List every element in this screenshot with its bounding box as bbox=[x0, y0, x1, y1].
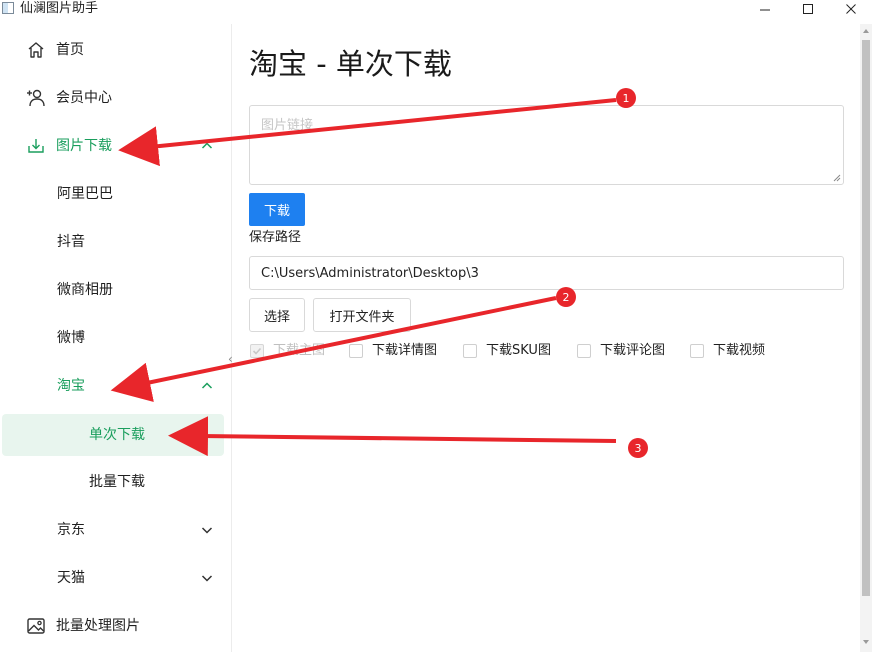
resize-grip-icon[interactable] bbox=[833, 174, 841, 182]
checkbox[interactable] bbox=[463, 344, 477, 358]
sidebar-item-label: 图片下载 bbox=[56, 138, 112, 154]
sidebar-item-label: 微博 bbox=[57, 330, 85, 346]
option-detail-images[interactable]: 下载详情图 bbox=[349, 342, 437, 360]
sidebar-item-batch-process[interactable]: 批量处理图片 bbox=[0, 604, 232, 648]
close-icon bbox=[846, 4, 856, 14]
minimize-icon bbox=[760, 9, 770, 11]
sidebar-item-home[interactable]: 首页 bbox=[0, 28, 232, 72]
sidebar-item-label: 京东 bbox=[57, 522, 85, 538]
sidebar-item-douyin[interactable]: 抖音 bbox=[0, 220, 232, 264]
option-video[interactable]: 下载视频 bbox=[690, 342, 765, 360]
option-label: 下载详情图 bbox=[372, 343, 438, 358]
home-icon bbox=[28, 42, 44, 58]
option-label: 下载主图 bbox=[273, 343, 326, 358]
close-button[interactable] bbox=[832, 0, 870, 18]
choose-button[interactable]: 选择 bbox=[249, 298, 305, 332]
annotation-marker-3: 3 bbox=[628, 438, 648, 458]
image-icon bbox=[27, 618, 45, 634]
sidebar-item-label: 天猫 bbox=[57, 570, 85, 586]
sidebar-item-batch-download[interactable]: 批量下载 bbox=[0, 460, 232, 504]
app-icon bbox=[2, 2, 14, 14]
sidebar-item-alibaba[interactable]: 阿里巴巴 bbox=[0, 172, 232, 216]
scroll-down-icon[interactable] bbox=[862, 638, 870, 646]
sidebar-item-label: 阿里巴巴 bbox=[57, 186, 113, 202]
open-folder-button[interactable]: 打开文件夹 bbox=[313, 298, 411, 332]
checkbox[interactable] bbox=[577, 344, 591, 358]
option-review-images[interactable]: 下载评论图 bbox=[577, 342, 665, 360]
annotation-arrow-3 bbox=[168, 416, 617, 457]
image-url-input[interactable] bbox=[250, 106, 843, 184]
save-path-label: 保存路径 bbox=[249, 230, 302, 245]
sidebar-item-weishang-album[interactable]: 微商相册 bbox=[0, 268, 232, 312]
sidebar-item-label: 淘宝 bbox=[57, 378, 85, 394]
chevron-up-icon bbox=[201, 382, 213, 389]
sidebar-item-taobao[interactable]: 淘宝 bbox=[0, 364, 232, 408]
checkbox[interactable] bbox=[349, 344, 363, 358]
title-bar: 仙澜图片助手 bbox=[0, 0, 872, 18]
chevron-down-icon bbox=[201, 575, 213, 582]
sidebar-item-label: 批量处理图片 bbox=[56, 618, 140, 634]
checkbox[interactable] bbox=[250, 344, 264, 358]
sidebar-collapse-handle[interactable]: ‹ bbox=[228, 352, 233, 366]
chevron-up-icon bbox=[201, 142, 213, 149]
window-title: 仙澜图片助手 bbox=[20, 1, 99, 16]
annotation-marker-2: 2 bbox=[556, 287, 576, 307]
option-main-image[interactable]: 下载主图 bbox=[250, 342, 325, 360]
scrollbar-thumb[interactable] bbox=[862, 40, 870, 596]
checkbox[interactable] bbox=[690, 344, 704, 358]
sidebar-item-label: 首页 bbox=[56, 42, 84, 58]
save-path-input[interactable] bbox=[249, 256, 844, 290]
sidebar-item-member-center[interactable]: 会员中心 bbox=[0, 76, 232, 120]
annotation-marker-1: 1 bbox=[616, 88, 636, 108]
download-icon bbox=[28, 139, 44, 153]
sidebar-item-label: 会员中心 bbox=[56, 90, 112, 106]
sidebar-item-image-download[interactable]: 图片下载 bbox=[0, 124, 232, 168]
sidebar-item-jd[interactable]: 京东 bbox=[0, 508, 232, 552]
sidebar-item-label: 微商相册 bbox=[57, 282, 113, 298]
sidebar-item-label: 抖音 bbox=[57, 234, 85, 250]
scroll-up-icon[interactable] bbox=[862, 27, 870, 35]
option-label: 下载视频 bbox=[713, 343, 766, 358]
sidebar-item-label: 批量下载 bbox=[89, 474, 145, 490]
sidebar-item-weibo[interactable]: 微博 bbox=[0, 316, 232, 360]
sidebar-item-single-download[interactable]: 单次下载 bbox=[2, 414, 224, 456]
maximize-button[interactable] bbox=[789, 0, 827, 18]
option-sku-images[interactable]: 下载SKU图 bbox=[463, 342, 551, 360]
image-url-field[interactable] bbox=[249, 105, 844, 185]
download-button[interactable]: 下载 bbox=[249, 193, 305, 226]
check-icon bbox=[252, 347, 262, 355]
minimize-button[interactable] bbox=[746, 0, 784, 18]
option-label: 下载评论图 bbox=[600, 343, 666, 358]
add-user-icon bbox=[27, 89, 45, 107]
sidebar-item-tmall[interactable]: 天猫 bbox=[0, 556, 232, 600]
maximize-icon bbox=[803, 4, 813, 14]
chevron-down-icon bbox=[201, 527, 213, 534]
sidebar-item-label: 单次下载 bbox=[89, 427, 145, 443]
option-label: 下载SKU图 bbox=[486, 343, 551, 358]
page-title: 淘宝 - 单次下载 bbox=[249, 47, 452, 81]
